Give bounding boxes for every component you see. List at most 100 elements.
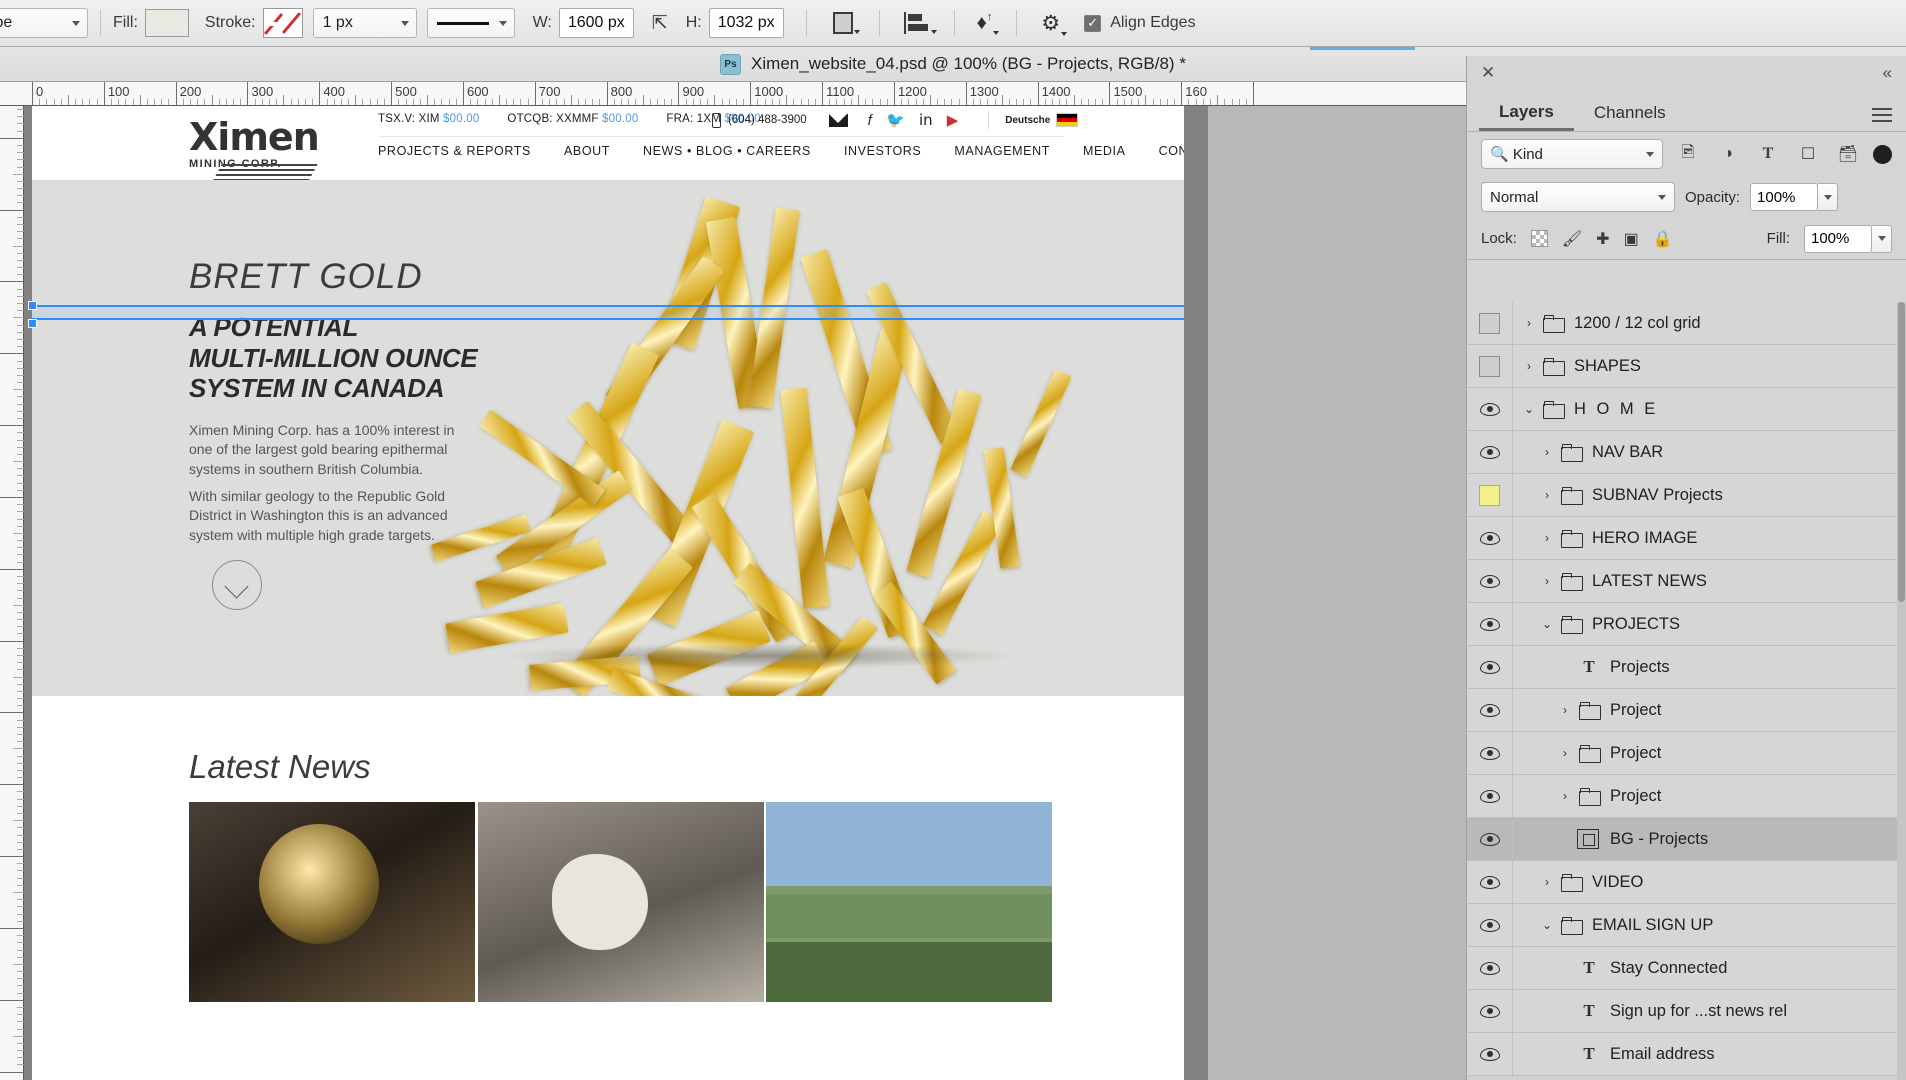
- lock-transparency-icon[interactable]: [1530, 230, 1548, 247]
- layer-visibility-icon[interactable]: [1467, 731, 1513, 775]
- layer-row[interactable]: › SHAPES: [1467, 344, 1906, 388]
- align-edges-checkbox[interactable]: ✓: [1084, 14, 1102, 32]
- smart-object-filter-icon[interactable]: 🗃: [1833, 141, 1863, 167]
- fill-stepper[interactable]: [1872, 224, 1892, 253]
- site-logo[interactable]: Ximen MINING CORP.: [189, 118, 334, 181]
- layer-visibility-icon[interactable]: [1467, 516, 1513, 560]
- chevron-down-icon[interactable]: ⌄: [1519, 402, 1539, 416]
- layers-scrollbar[interactable]: [1897, 302, 1906, 1080]
- lock-artboard-icon[interactable]: ▣: [1624, 229, 1639, 249]
- pixel-filter-icon[interactable]: 🖻: [1673, 141, 1703, 167]
- layer-list[interactable]: › 1200 / 12 col grid › SHAPES ⌄ H O M E › NAV B…: [1467, 302, 1906, 1080]
- layer-visibility-icon[interactable]: [1467, 602, 1513, 646]
- lock-all-icon[interactable]: 🔒: [1653, 229, 1673, 249]
- layer-row[interactable]: ⌄ PROJECTS: [1467, 602, 1906, 646]
- lock-position-icon[interactable]: ✚: [1596, 229, 1609, 249]
- blend-mode-select[interactable]: Normal: [1481, 182, 1675, 212]
- layer-row[interactable]: › Project: [1467, 688, 1906, 732]
- layer-visibility-icon[interactable]: [1467, 559, 1513, 603]
- chevron-right-icon[interactable]: ›: [1519, 316, 1539, 330]
- height-input[interactable]: 1032 px: [708, 8, 784, 38]
- filter-toggle-icon[interactable]: [1873, 144, 1892, 164]
- stroke-width-select[interactable]: 1 px: [312, 8, 417, 38]
- news-card[interactable]: [766, 802, 1052, 1002]
- path-operations-icon[interactable]: [829, 12, 860, 34]
- shape-filter-icon[interactable]: ☐: [1793, 141, 1823, 167]
- collapse-icon[interactable]: «: [1883, 63, 1892, 83]
- chevron-right-icon[interactable]: ›: [1537, 531, 1557, 545]
- layer-row[interactable]: BG - Projects: [1467, 817, 1906, 861]
- layer-visibility-off-icon[interactable]: [1467, 302, 1513, 345]
- stroke-swatch-icon[interactable]: [262, 8, 303, 38]
- link-icon[interactable]: ⇱: [648, 12, 672, 35]
- layer-row[interactable]: ⌄ H O M E: [1467, 387, 1906, 431]
- opacity-stepper[interactable]: [1818, 183, 1839, 211]
- filter-kind-select[interactable]: 🔍 Kind: [1481, 139, 1663, 169]
- layer-row[interactable]: › Project: [1467, 731, 1906, 775]
- ticker-item[interactable]: OTCQB: XXMMF $00.00: [507, 113, 638, 125]
- ticker-item[interactable]: TSX.V: XIM $00.00: [378, 113, 479, 125]
- width-input[interactable]: 1600 px: [558, 8, 634, 38]
- email-icon[interactable]: [828, 113, 848, 127]
- youtube-icon[interactable]: ▶: [947, 111, 959, 129]
- selection-handle[interactable]: [28, 319, 37, 328]
- layer-row[interactable]: › 1200 / 12 col grid: [1467, 302, 1906, 345]
- layer-visibility-icon[interactable]: [1467, 774, 1513, 818]
- layer-visibility-icon[interactable]: [1467, 387, 1513, 431]
- stroke-style-select[interactable]: [426, 8, 515, 38]
- layer-visibility-icon[interactable]: [1467, 1032, 1513, 1076]
- layer-row[interactable]: › SUBNAV Projects: [1467, 473, 1906, 517]
- nav-item-investors[interactable]: INVESTORS: [844, 144, 921, 158]
- news-card[interactable]: [189, 802, 475, 1002]
- layer-row[interactable]: › LATEST NEWS: [1467, 559, 1906, 603]
- layer-visibility-icon[interactable]: [1467, 903, 1513, 947]
- chevron-down-icon[interactable]: ⌄: [1537, 918, 1557, 932]
- lock-image-icon[interactable]: 🖌: [1562, 229, 1582, 249]
- type-filter-icon[interactable]: T: [1753, 141, 1783, 167]
- chevron-right-icon[interactable]: ›: [1537, 574, 1557, 588]
- fill-input[interactable]: 100%: [1804, 224, 1872, 253]
- nav-item-projects[interactable]: PROJECTS & REPORTS: [378, 144, 531, 158]
- chevron-right-icon[interactable]: ›: [1555, 746, 1575, 760]
- layer-visibility-off-icon[interactable]: [1467, 473, 1513, 517]
- layer-row[interactable]: › Project: [1467, 774, 1906, 818]
- chevron-right-icon[interactable]: ›: [1537, 488, 1557, 502]
- nav-item-news[interactable]: NEWS • BLOG • CAREERS: [643, 144, 811, 158]
- layer-row[interactable]: › NAV BAR: [1467, 430, 1906, 474]
- layer-row[interactable]: T Email address: [1467, 1032, 1906, 1076]
- nav-item-management[interactable]: MANAGEMENT: [954, 144, 1050, 158]
- layer-row[interactable]: › HERO IMAGE: [1467, 516, 1906, 560]
- layer-row[interactable]: › VIDEO: [1467, 860, 1906, 904]
- chevron-right-icon[interactable]: ›: [1555, 703, 1575, 717]
- opacity-input[interactable]: 100%: [1750, 183, 1819, 211]
- adjustment-filter-icon[interactable]: ◑: [1713, 141, 1743, 167]
- selection-handle[interactable]: [28, 301, 37, 310]
- layer-row[interactable]: T Sign up for ...st news rel: [1467, 989, 1906, 1033]
- ruler-vertical[interactable]: [0, 106, 24, 1080]
- layer-visibility-icon[interactable]: [1467, 860, 1513, 904]
- layer-visibility-icon[interactable]: [1467, 688, 1513, 732]
- document-canvas[interactable]: Ximen MINING CORP. TSX.V: XIM $00.00 OTC…: [28, 106, 1208, 1080]
- layer-visibility-icon[interactable]: [1467, 817, 1513, 861]
- close-icon[interactable]: ✕: [1481, 63, 1495, 83]
- chevron-right-icon[interactable]: ›: [1519, 359, 1539, 373]
- layer-row[interactable]: ⌄ EMAIL SIGN UP: [1467, 903, 1906, 947]
- chevron-down-icon[interactable]: ⌄: [1537, 617, 1557, 631]
- shape-selection-bounds[interactable]: [28, 301, 1193, 328]
- path-arrangement-icon[interactable]: ♦ ↑: [973, 11, 1000, 35]
- tab-layers[interactable]: Layers: [1479, 95, 1574, 131]
- layer-visibility-off-icon[interactable]: [1467, 344, 1513, 388]
- news-card[interactable]: [478, 802, 764, 1002]
- linkedin-icon[interactable]: in: [919, 111, 933, 129]
- layer-visibility-icon[interactable]: [1467, 430, 1513, 474]
- chevron-right-icon[interactable]: ›: [1555, 789, 1575, 803]
- path-alignment-icon[interactable]: [900, 12, 937, 34]
- document-tab[interactable]: Ps Ximen_website_04.psd @ 100% (BG - Pro…: [720, 53, 1186, 75]
- layer-row[interactable]: T Stay Connected: [1467, 946, 1906, 990]
- nav-item-about[interactable]: ABOUT: [564, 144, 610, 158]
- language-label[interactable]: Deutsche: [1005, 115, 1050, 126]
- chevron-right-icon[interactable]: ›: [1537, 445, 1557, 459]
- tool-mode-select[interactable]: Shape: [0, 8, 88, 38]
- panel-menu-icon[interactable]: [1872, 108, 1892, 122]
- layer-visibility-icon[interactable]: [1467, 645, 1513, 689]
